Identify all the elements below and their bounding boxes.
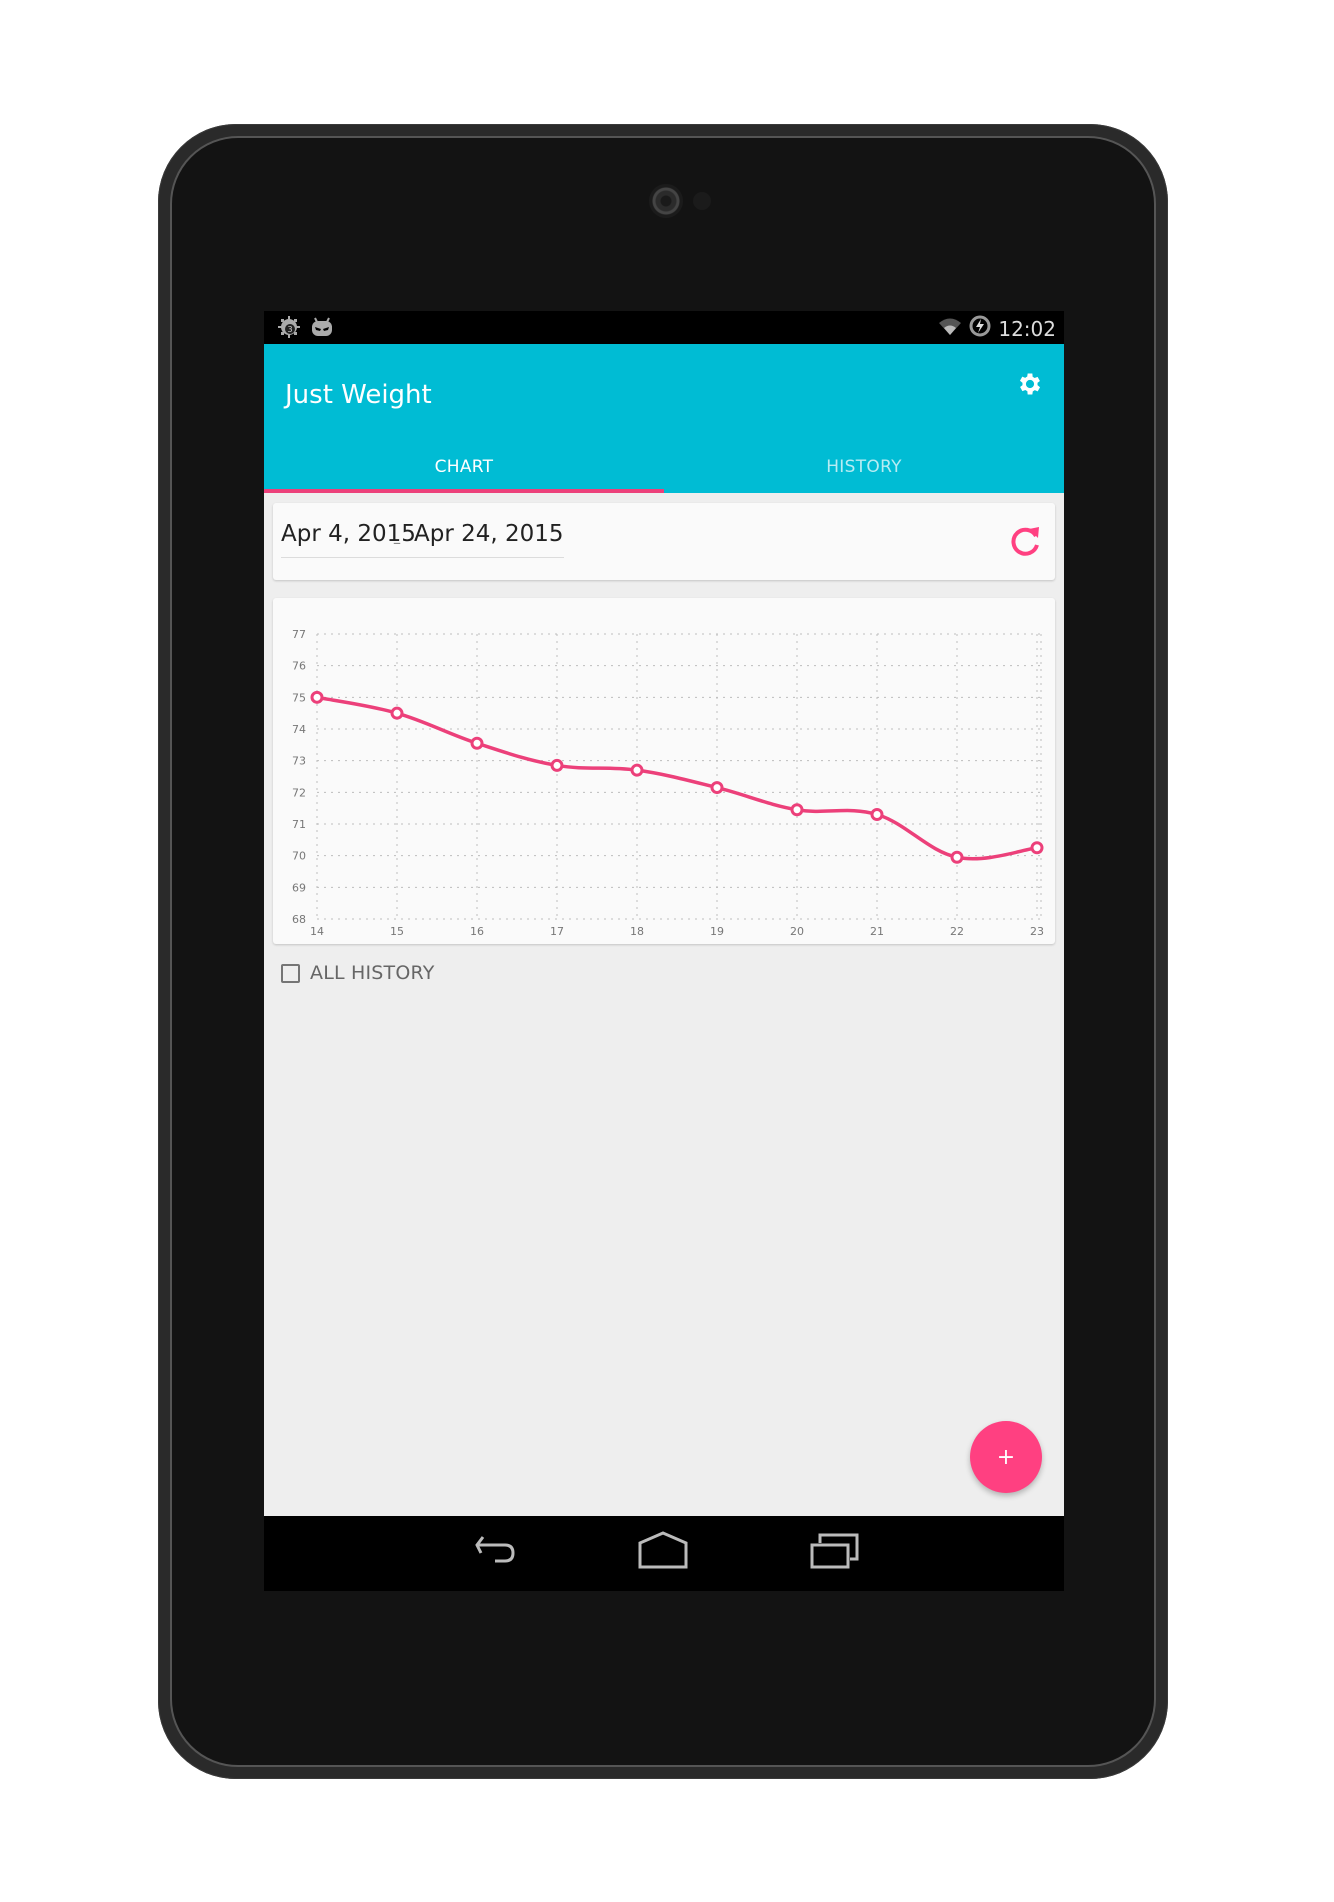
y-tick-label: 75 (292, 691, 306, 704)
recents-icon (810, 1531, 860, 1575)
all-history-checkbox[interactable] (281, 963, 300, 983)
y-tick-label: 73 (292, 755, 306, 768)
data-point (390, 706, 404, 720)
tab-history[interactable]: HISTORY (664, 440, 1064, 493)
settings-button[interactable] (1010, 366, 1050, 406)
y-tick-label: 77 (292, 628, 306, 641)
all-history-toggle[interactable]: ALL HISTORY (281, 962, 435, 984)
x-tick-label: 16 (470, 925, 484, 938)
x-tick-label: 19 (710, 925, 724, 938)
date-range-card: Apr 4, 2015 – Apr 24, 2015 (273, 503, 1055, 580)
recents-button[interactable] (805, 1530, 865, 1576)
data-point (470, 736, 484, 750)
date-separator: – (393, 533, 401, 552)
y-tick-label: 69 (292, 881, 306, 894)
back-button[interactable] (464, 1530, 524, 1576)
app-title: Just Weight (285, 380, 432, 410)
data-point (1030, 841, 1044, 855)
svg-text:3: 3 (287, 325, 292, 334)
x-tick-label: 18 (630, 925, 644, 938)
light-sensor (693, 192, 711, 210)
data-point (950, 850, 964, 864)
tab-bar: CHART HISTORY (264, 440, 1064, 493)
settings-update-icon: 3 (278, 316, 300, 342)
app-bar: Just Weight CHART HISTORY (264, 344, 1064, 493)
end-date-field[interactable]: Apr 24, 2015 (414, 521, 564, 558)
refresh-button[interactable] (1005, 521, 1045, 561)
data-point (870, 808, 884, 821)
home-icon (638, 1531, 688, 1575)
y-tick-label: 76 (292, 660, 306, 673)
battery-charging-icon (968, 314, 992, 343)
y-tick-label: 74 (292, 723, 306, 736)
y-tick-label: 72 (292, 786, 306, 799)
front-camera (649, 184, 683, 218)
back-icon (471, 1533, 517, 1573)
tab-chart-label: CHART (434, 456, 494, 477)
navigation-bar (264, 1516, 1064, 1591)
status-bar: 3 12:02 (264, 311, 1064, 344)
x-tick-label: 14 (310, 925, 324, 938)
x-tick-label: 17 (550, 925, 564, 938)
all-history-label: ALL HISTORY (310, 962, 435, 984)
weight-chart-card: 68 69 70 71 72 73 74 75 76 77 14 15 16 17 18 19 20 21 22 23 (273, 598, 1055, 944)
data-point (550, 758, 564, 772)
data-point (790, 803, 804, 817)
weight-chart: 68 69 70 71 72 73 74 75 76 77 14 15 16 17 18 19 20 21 22 23 (292, 628, 1044, 938)
x-tick-label: 15 (390, 925, 404, 938)
add-icon: + (996, 1444, 1016, 1470)
data-point (710, 781, 724, 795)
x-tick-label: 20 (790, 925, 804, 938)
x-tick-label: 21 (870, 925, 884, 938)
data-point (310, 690, 324, 704)
add-entry-button[interactable]: + (970, 1421, 1042, 1493)
x-tick-label: 22 (950, 925, 964, 938)
tab-history-label: HISTORY (826, 456, 902, 477)
refresh-icon (1005, 527, 1045, 565)
cyanogenmod-icon (310, 316, 334, 342)
series-line-weight (316, 695, 1038, 861)
x-tick-label: 23 (1030, 925, 1044, 938)
data-point (630, 763, 644, 777)
y-tick-label: 68 (292, 913, 306, 926)
y-tick-label: 70 (292, 850, 306, 863)
gear-icon (1016, 370, 1044, 402)
screen: 3 12:02 Just Weight CHART HISTORY Apr 4,… (264, 311, 1064, 1591)
home-button[interactable] (633, 1530, 693, 1576)
clock: 12:02 (998, 316, 1056, 341)
y-tick-label: 71 (292, 818, 306, 831)
wifi-icon (938, 316, 962, 341)
tab-chart[interactable]: CHART (264, 440, 664, 493)
